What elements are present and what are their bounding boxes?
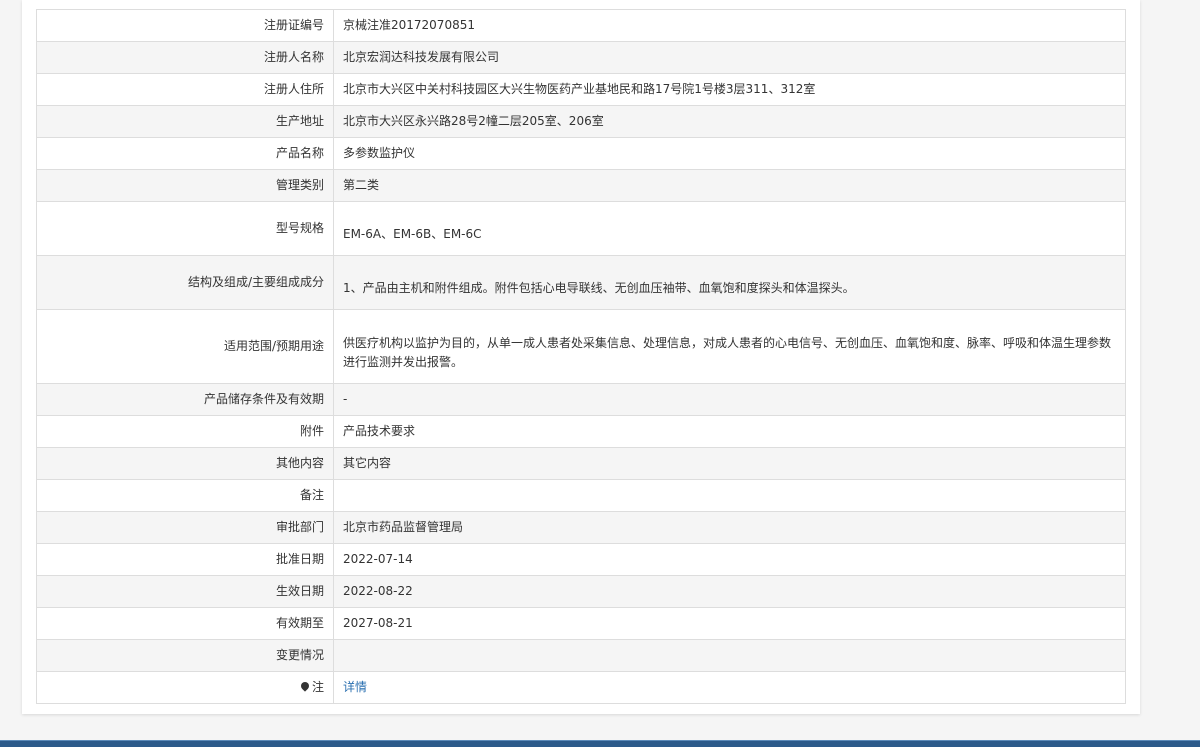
row-value: 第二类 xyxy=(333,169,1126,202)
row-label: 结构及组成/主要组成成分 xyxy=(36,255,334,310)
note-label-cell: 注 xyxy=(36,671,334,704)
row-label: 管理类别 xyxy=(36,169,334,202)
row-label: 产品储存条件及有效期 xyxy=(36,383,334,416)
row-label: 产品名称 xyxy=(36,137,334,170)
row-label: 批准日期 xyxy=(36,543,334,576)
row-value: 其它内容 xyxy=(333,447,1126,480)
row-label: 注册人名称 xyxy=(36,41,334,74)
row-value: 京械注准20172070851 xyxy=(333,9,1126,42)
row-label: 注册证编号 xyxy=(36,9,334,42)
row-value: 产品技术要求 xyxy=(333,415,1126,448)
row-value: 2022-07-14 xyxy=(333,543,1126,576)
table-row: 生效日期 2022-08-22 xyxy=(36,575,1126,608)
row-label: 有效期至 xyxy=(36,607,334,640)
row-value xyxy=(333,639,1126,672)
row-label: 适用范围/预期用途 xyxy=(36,309,334,384)
details-link[interactable]: 详情 xyxy=(343,680,367,694)
table-row: 变更情况 xyxy=(36,639,1126,672)
row-label: 备注 xyxy=(36,479,334,512)
registration-detail-table: 注册证编号 京械注准20172070851 注册人名称 北京宏润达科技发展有限公… xyxy=(36,9,1126,704)
table-row: 注册人名称 北京宏润达科技发展有限公司 xyxy=(36,41,1126,74)
row-label: 生效日期 xyxy=(36,575,334,608)
row-value: 北京市药品监督管理局 xyxy=(333,511,1126,544)
table-row: 其他内容 其它内容 xyxy=(36,447,1126,480)
note-row: 注 详情 xyxy=(36,671,1126,704)
detail-panel: 注册证编号 京械注准20172070851 注册人名称 北京宏润达科技发展有限公… xyxy=(22,0,1140,714)
row-label: 附件 xyxy=(36,415,334,448)
table-row: 型号规格 EM-6A、EM-6B、EM-6C xyxy=(36,201,1126,256)
table-row: 产品名称 多参数监护仪 xyxy=(36,137,1126,170)
table-row: 生产地址 北京市大兴区永兴路28号2幢二层205室、206室 xyxy=(36,105,1126,138)
row-value: 北京市大兴区永兴路28号2幢二层205室、206室 xyxy=(333,105,1126,138)
note-label: 注 xyxy=(311,680,324,694)
table-row: 注册证编号 京械注准20172070851 xyxy=(36,9,1126,42)
table-row: 注册人住所 北京市大兴区中关村科技园区大兴生物医药产业基地民和路17号院1号楼3… xyxy=(36,73,1126,106)
row-value: 北京宏润达科技发展有限公司 xyxy=(333,41,1126,74)
row-value: 多参数监护仪 xyxy=(333,137,1126,170)
table-row: 批准日期 2022-07-14 xyxy=(36,543,1126,576)
pin-icon xyxy=(299,680,311,692)
row-label: 注册人住所 xyxy=(36,73,334,106)
row-value: EM-6A、EM-6B、EM-6C xyxy=(333,201,1126,256)
row-value: 2022-08-22 xyxy=(333,575,1126,608)
note-value-cell: 详情 xyxy=(333,671,1126,704)
row-label: 型号规格 xyxy=(36,201,334,256)
row-value: 1、产品由主机和附件组成。附件包括心电导联线、无创血压袖带、血氧饱和度探头和体温… xyxy=(333,255,1126,310)
table-row: 适用范围/预期用途 供医疗机构以监护为目的，从单一成人患者处采集信息、处理信息，… xyxy=(36,309,1126,384)
table-row: 管理类别 第二类 xyxy=(36,169,1126,202)
table-row: 审批部门 北京市药品监督管理局 xyxy=(36,511,1126,544)
row-value xyxy=(333,479,1126,512)
table-row: 附件 产品技术要求 xyxy=(36,415,1126,448)
table-row: 产品储存条件及有效期 - xyxy=(36,383,1126,416)
row-label: 审批部门 xyxy=(36,511,334,544)
row-value: 2027-08-21 xyxy=(333,607,1126,640)
row-value: - xyxy=(333,383,1126,416)
table-row: 结构及组成/主要组成成分 1、产品由主机和附件组成。附件包括心电导联线、无创血压… xyxy=(36,255,1126,310)
table-row: 备注 xyxy=(36,479,1126,512)
row-value: 供医疗机构以监护为目的，从单一成人患者处采集信息、处理信息，对成人患者的心电信号… xyxy=(333,309,1126,384)
row-label: 其他内容 xyxy=(36,447,334,480)
row-label: 生产地址 xyxy=(36,105,334,138)
row-value: 北京市大兴区中关村科技园区大兴生物医药产业基地民和路17号院1号楼3层311、3… xyxy=(333,73,1126,106)
table-row: 有效期至 2027-08-21 xyxy=(36,607,1126,640)
row-label: 变更情况 xyxy=(36,639,334,672)
